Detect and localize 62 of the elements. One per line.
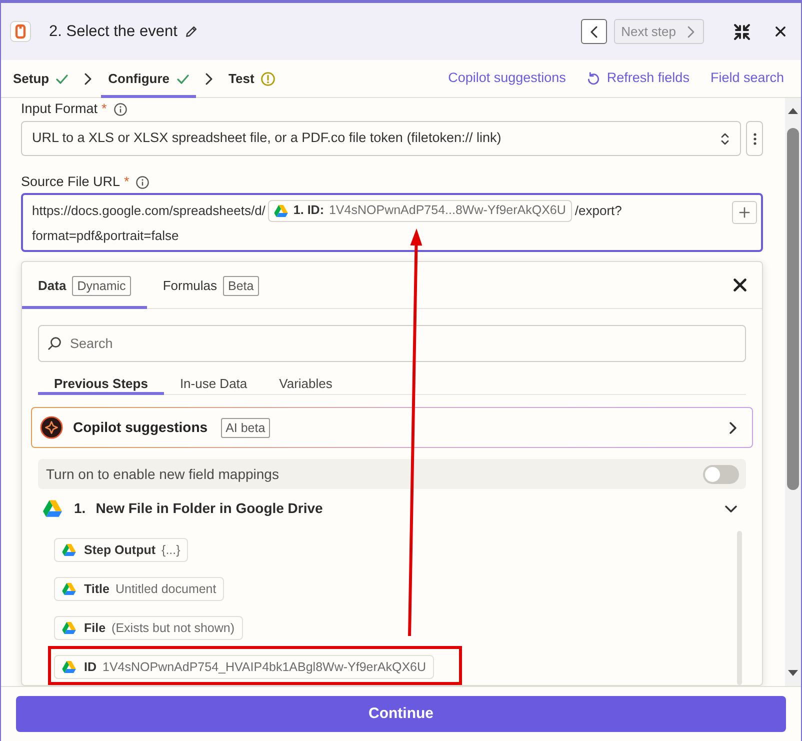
drive-icon: [274, 204, 288, 216]
sub-tab[interactable]: Previous Steps: [38, 374, 164, 395]
toggle-switch[interactable]: [703, 464, 739, 484]
search-field[interactable]: Search: [38, 325, 746, 362]
drive-icon: [62, 622, 76, 634]
header-link[interactable]: Copilot suggestions: [448, 68, 566, 89]
plus-icon: [739, 207, 750, 218]
drive-icon: [43, 500, 62, 517]
insert-data-button[interactable]: [732, 201, 757, 224]
scrollbar-thumb[interactable]: [787, 128, 799, 490]
sub-tab[interactable]: In-use Data: [164, 374, 264, 395]
scroll-up-arrow-icon[interactable]: [788, 108, 798, 114]
required-mark: *: [124, 172, 130, 191]
copilot-suggestions-card[interactable]: Copilot suggestions AI beta: [31, 407, 753, 448]
chevron-right-icon: [84, 72, 92, 84]
drive-icon: [62, 544, 76, 556]
toggle-label: Turn on to enable new field mappings: [46, 464, 279, 484]
info-icon[interactable]: [136, 176, 150, 188]
chevron-right-icon: [687, 26, 695, 38]
sparkle-icon: [40, 416, 63, 439]
collapse-icon[interactable]: [733, 22, 751, 40]
tab-badge: Beta: [223, 276, 259, 296]
step-tab[interactable]: Configure: [101, 60, 196, 98]
panel-tab[interactable]: Formulas Beta: [146, 262, 275, 309]
info-icon[interactable]: [114, 102, 127, 116]
url-field[interactable]: https://docs.google.com/spreadsheets/d/ 1. ID: 1V4sNOPwnAdP754...8Ww-Yf9erAkQX6U /export? format=pdf&portrait=false: [21, 193, 763, 252]
refresh-icon: [586, 72, 600, 85]
step-tab[interactable]: Setup: [6, 60, 76, 98]
header-link[interactable]: Field search: [710, 68, 784, 89]
app-logo-icon: [10, 21, 31, 42]
search-icon: [47, 336, 62, 351]
drive-icon: [62, 661, 76, 673]
sub-tab[interactable]: Variables: [263, 374, 348, 395]
mapped-token[interactable]: 1. ID: 1V4sNOPwnAdP754...8Ww-Yf9erAkQX6U: [268, 200, 572, 222]
chevron-right-icon: [729, 422, 737, 434]
more-options-button[interactable]: [746, 121, 763, 156]
chevron-right-icon: [204, 72, 213, 84]
field-label: Input Format: [21, 100, 98, 118]
field-label: Source File URL: [21, 172, 120, 191]
step-tab[interactable]: Test: [222, 60, 282, 98]
close-icon[interactable]: [775, 26, 786, 37]
field-pill[interactable]: Title Untitled document: [54, 577, 224, 601]
field-pill[interactable]: Step Output {...}: [54, 538, 188, 562]
step-title: 2. Select the event: [49, 22, 178, 42]
updown-caret-icon: [720, 132, 730, 146]
required-mark: *: [102, 100, 107, 118]
continue-button[interactable]: Continue: [16, 696, 786, 732]
pencil-icon[interactable]: [185, 25, 198, 38]
field-pill[interactable]: ID 1V4sNOPwnAdP754_HVAIP4bk1ABgl8Ww-Yf9erAkQX6U: [54, 655, 434, 679]
scroll-down-arrow-icon[interactable]: [788, 670, 798, 676]
previous-step-button[interactable]: [581, 19, 608, 44]
field-pill[interactable]: File (Exists but not shown): [54, 616, 243, 640]
close-icon[interactable]: [733, 278, 747, 292]
panel-tab[interactable]: Data Dynamic: [22, 262, 147, 309]
chevron-left-icon: [590, 26, 598, 38]
tab-badge: Dynamic: [72, 276, 131, 296]
step-header[interactable]: 1. New File in Folder in Google Drive: [38, 496, 746, 521]
format-select[interactable]: URL to a XLS or XLSX spreadsheet file, or a PDF.co file token (filetoken:// link): [21, 121, 741, 156]
ai-badge: AI beta: [220, 418, 270, 438]
drive-icon: [62, 583, 76, 595]
more-vertical-icon: [752, 132, 756, 146]
header-link[interactable]: Refresh fields: [586, 68, 690, 89]
